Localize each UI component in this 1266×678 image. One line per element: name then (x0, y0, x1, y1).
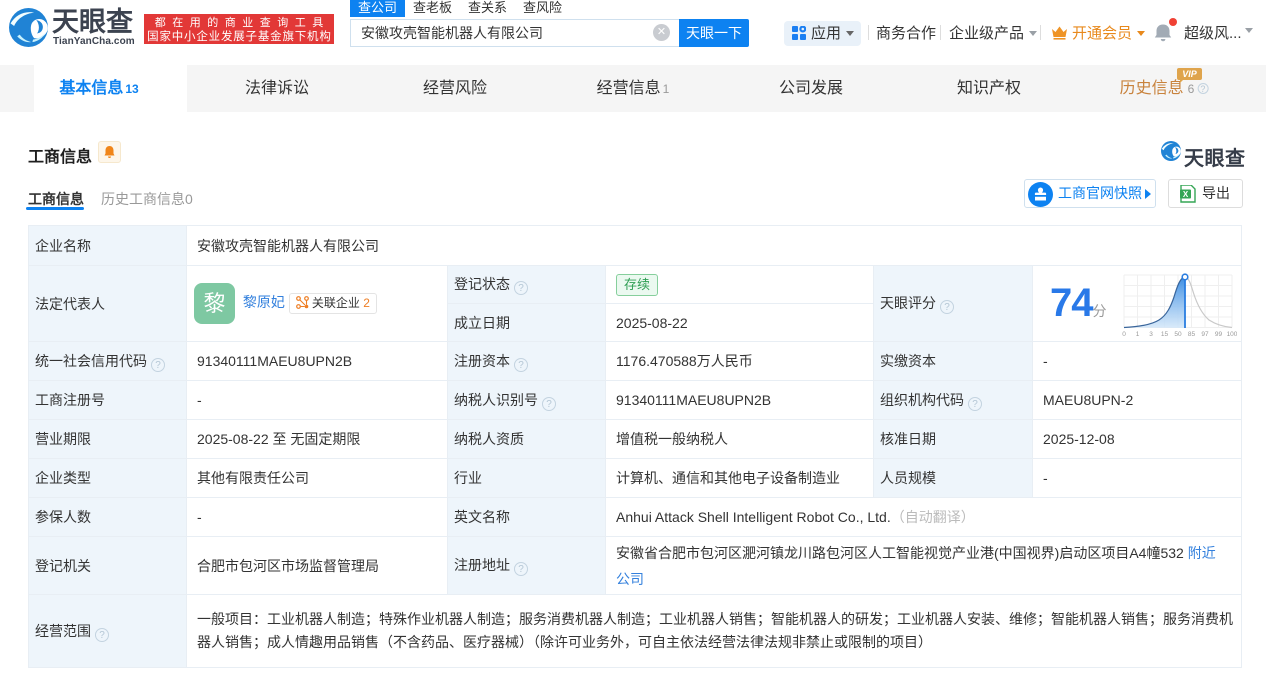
svg-text:1: 1 (1136, 331, 1140, 338)
svg-text:0: 0 (1122, 331, 1126, 338)
svg-text:50: 50 (1174, 331, 1182, 338)
svg-text:15: 15 (1161, 331, 1169, 338)
svg-text:3: 3 (1149, 331, 1153, 338)
svg-text:97: 97 (1201, 331, 1209, 338)
svg-text:100: 100 (1227, 331, 1237, 338)
svg-text:99: 99 (1215, 331, 1223, 338)
svg-text:85: 85 (1188, 331, 1196, 338)
svg-text:X: X (1183, 190, 1189, 199)
